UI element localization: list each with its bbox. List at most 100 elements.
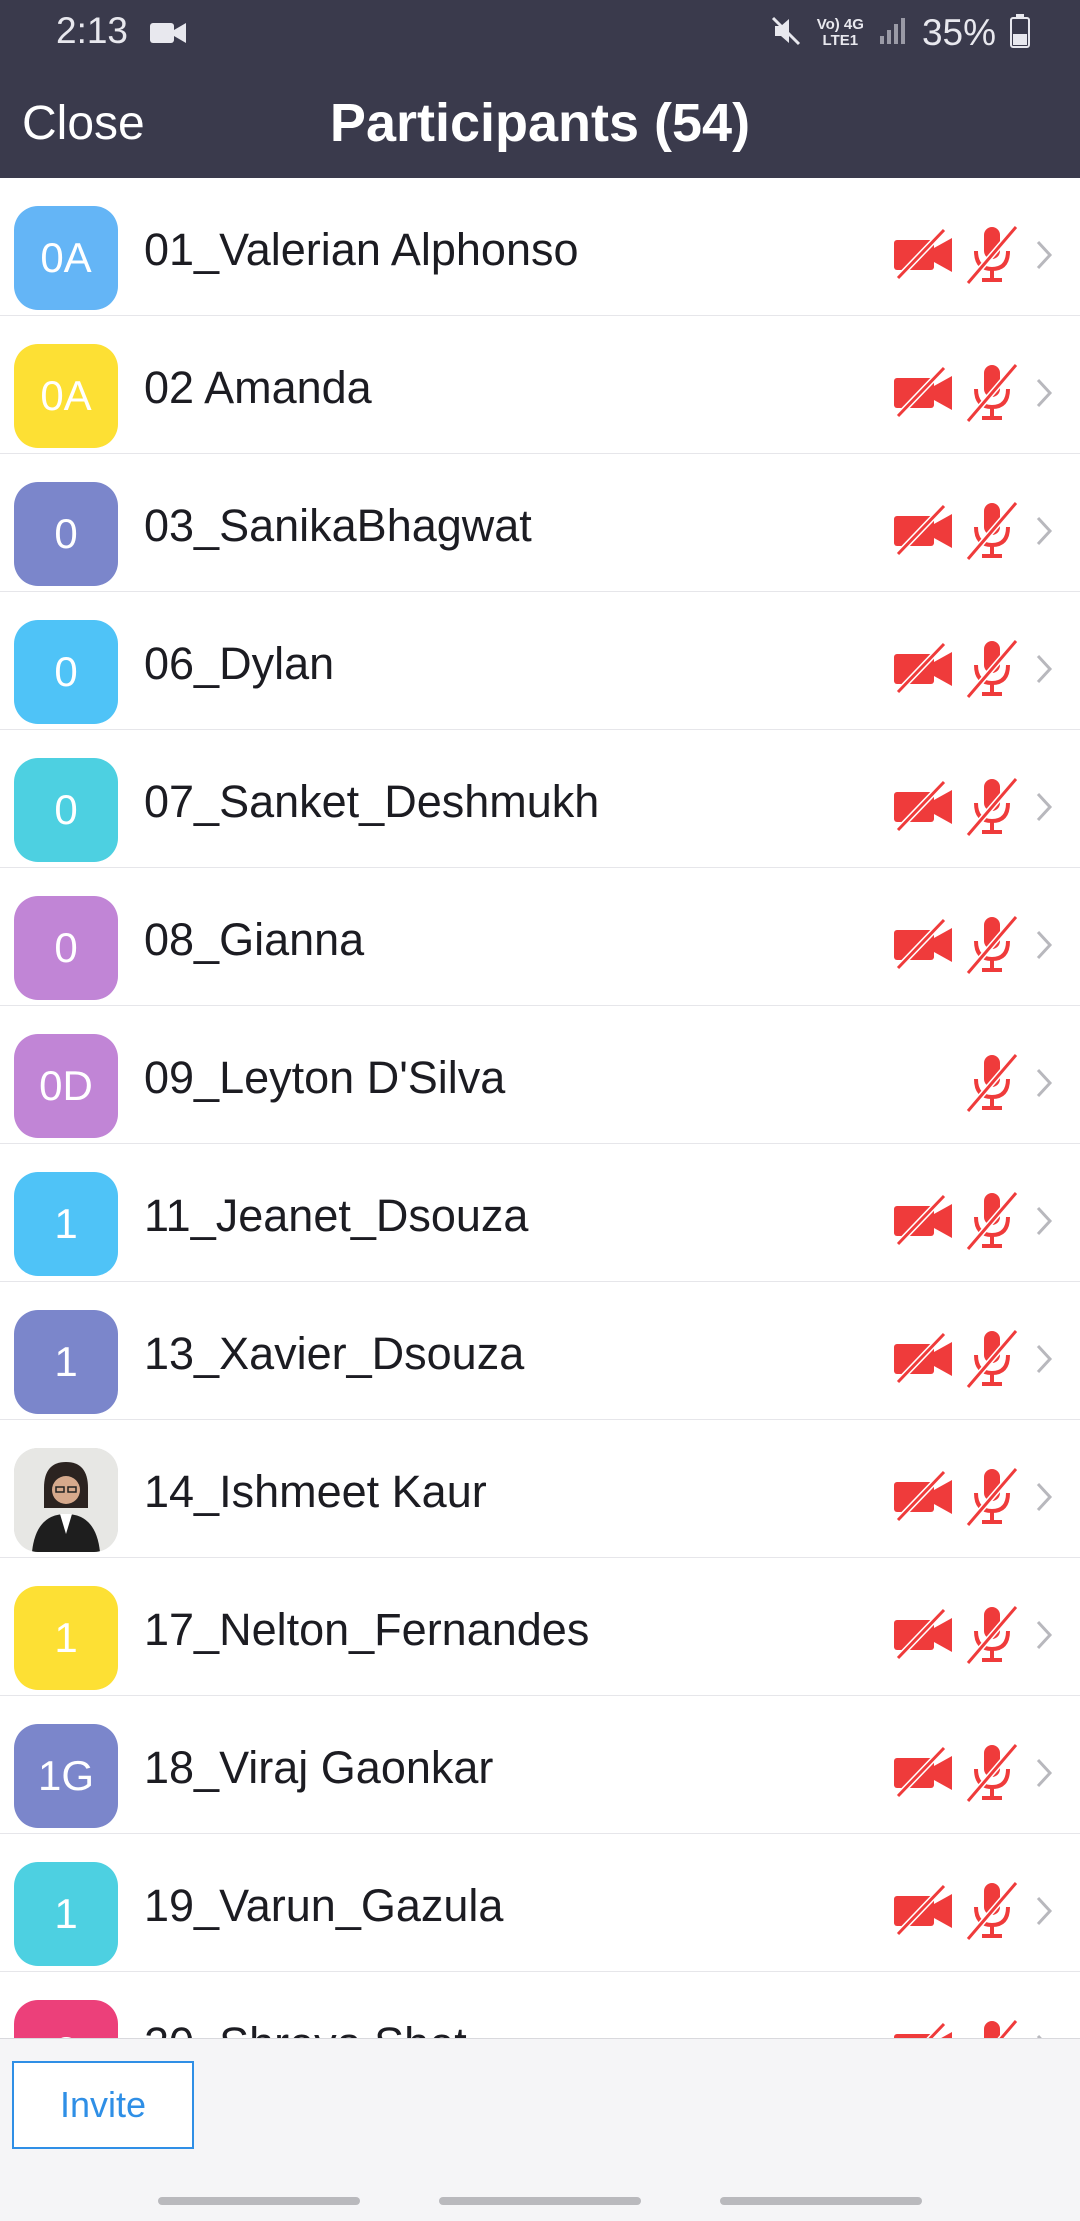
participant-name: 14_Ishmeet Kaur	[144, 1466, 487, 1517]
avatar: 2	[14, 2000, 118, 2038]
chevron-right-icon[interactable]	[1034, 514, 1054, 553]
participant-status-icons	[892, 1880, 1020, 1942]
avatar: 0D	[14, 1034, 118, 1138]
participant-status-icons	[892, 500, 1020, 562]
participant-row[interactable]: 2 20_Shreya Shet	[0, 1972, 1080, 2038]
participant-name: 13_Xavier_Dsouza	[144, 1328, 525, 1379]
participant-status-icons	[892, 1742, 1020, 1804]
avatar: 1	[14, 1862, 118, 1966]
chevron-right-icon[interactable]	[1034, 376, 1054, 415]
avatar	[14, 1448, 118, 1552]
participant-row[interactable]: 14_Ishmeet Kaur	[0, 1420, 1080, 1558]
participant-row[interactable]: 0D 09_Leyton D'Silva	[0, 1006, 1080, 1144]
mic-muted-icon	[964, 1465, 1020, 1532]
participant-name: 20_Shreya Shet	[144, 2018, 467, 2038]
mic-muted-icon	[964, 223, 1020, 290]
nav-gesture-left	[158, 2197, 360, 2205]
video-off-icon	[892, 1193, 954, 1251]
participant-name: 03_SanikaBhagwat	[144, 500, 532, 551]
chevron-right-icon[interactable]	[1034, 1618, 1054, 1657]
top-bar: 2:13 Vo) 4G LTE1 35% Close Participants …	[0, 0, 1080, 178]
participant-name: 09_Leyton D'Silva	[144, 1052, 506, 1103]
invite-button[interactable]: Invite	[12, 2061, 194, 2149]
participant-status-icons	[892, 224, 1020, 286]
video-off-icon	[892, 365, 954, 423]
participant-row[interactable]: 1 17_Nelton_Fernandes	[0, 1558, 1080, 1696]
participant-name: 02 Amanda	[144, 362, 372, 413]
mic-muted-icon	[964, 775, 1020, 842]
participant-name: 01_Valerian Alphonso	[144, 224, 579, 275]
avatar: 0	[14, 620, 118, 724]
network-indicator: Vo) 4G LTE1	[817, 17, 864, 49]
video-off-icon	[892, 779, 954, 837]
participant-name: 08_Gianna	[144, 914, 365, 965]
participant-status-icons	[892, 1328, 1020, 1390]
participant-row[interactable]: 0 03_SanikaBhagwat	[0, 454, 1080, 592]
participant-status-icons	[892, 776, 1020, 838]
avatar: 0	[14, 758, 118, 862]
avatar: 1G	[14, 1724, 118, 1828]
avatar: 0A	[14, 344, 118, 448]
mute-icon	[769, 14, 803, 53]
video-off-icon	[892, 1745, 954, 1803]
participant-row[interactable]: 1G 18_Viraj Gaonkar	[0, 1696, 1080, 1834]
participant-status-icons	[892, 1190, 1020, 1252]
video-off-icon	[892, 1331, 954, 1389]
video-off-icon	[892, 227, 954, 285]
video-off-icon	[892, 1607, 954, 1665]
participant-row[interactable]: 1 11_Jeanet_Dsouza	[0, 1144, 1080, 1282]
chevron-right-icon[interactable]	[1034, 790, 1054, 829]
chevron-right-icon[interactable]	[1034, 238, 1054, 277]
video-off-icon	[892, 1883, 954, 1941]
chevron-right-icon[interactable]	[1034, 928, 1054, 967]
signal-icon	[878, 16, 908, 51]
chevron-right-icon[interactable]	[1034, 1894, 1054, 1933]
chevron-right-icon[interactable]	[1034, 1342, 1054, 1381]
status-right: Vo) 4G LTE1 35%	[769, 10, 1030, 56]
nav-gesture-right	[720, 2197, 922, 2205]
participant-row[interactable]: 0 08_Gianna	[0, 868, 1080, 1006]
video-off-icon	[892, 641, 954, 699]
avatar: 0	[14, 482, 118, 586]
battery-icon	[1010, 13, 1030, 53]
mic-muted-icon	[964, 1879, 1020, 1946]
participant-name: 18_Viraj Gaonkar	[144, 1742, 494, 1793]
battery-percent: 35%	[921, 12, 996, 53]
chevron-right-icon[interactable]	[1034, 652, 1054, 691]
network-bottom-label: LTE1	[822, 32, 859, 49]
participant-name: 07_Sanket_Deshmukh	[144, 776, 600, 827]
participant-row[interactable]: 1 19_Varun_Gazula	[0, 1834, 1080, 1972]
participant-status-icons	[892, 638, 1020, 700]
participant-name: 19_Varun_Gazula	[144, 1880, 504, 1931]
page-title: Participants (54)	[329, 93, 751, 153]
mic-muted-icon	[964, 913, 1020, 980]
mic-muted-icon	[964, 1741, 1020, 1808]
avatar: 0A	[14, 206, 118, 310]
mic-muted-icon	[964, 499, 1020, 566]
mic-muted-icon	[964, 361, 1020, 428]
avatar: 1	[14, 1310, 118, 1414]
avatar: 1	[14, 1586, 118, 1690]
chevron-right-icon[interactable]	[1034, 1480, 1054, 1519]
participant-status-icons	[892, 2017, 1020, 2038]
participants-list[interactable]: 0A 01_Valerian Alphonso 0A 02 Amanda 0 03_San…	[0, 178, 1080, 2038]
participant-status-icons	[892, 1466, 1020, 1528]
avatar: 1	[14, 1172, 118, 1276]
video-recording-icon	[150, 20, 186, 51]
chevron-right-icon[interactable]	[1034, 1066, 1054, 1105]
video-off-icon	[892, 503, 954, 561]
video-off-icon	[892, 917, 954, 975]
participant-row[interactable]: 0 06_Dylan	[0, 592, 1080, 730]
chevron-right-icon[interactable]	[1034, 1204, 1054, 1243]
participant-status-icons	[892, 362, 1020, 424]
participant-status-icons	[964, 1052, 1020, 1114]
mic-muted-icon	[964, 1603, 1020, 1670]
chevron-right-icon[interactable]	[1034, 1756, 1054, 1795]
participant-name: 11_Jeanet_Dsouza	[144, 1190, 529, 1241]
participant-row[interactable]: 0A 01_Valerian Alphonso	[0, 178, 1080, 316]
mic-muted-icon	[964, 1051, 1020, 1118]
participant-row[interactable]: 0A 02 Amanda	[0, 316, 1080, 454]
participant-row[interactable]: 1 13_Xavier_Dsouza	[0, 1282, 1080, 1420]
mic-muted-icon	[964, 2017, 1020, 2038]
participant-row[interactable]: 0 07_Sanket_Deshmukh	[0, 730, 1080, 868]
